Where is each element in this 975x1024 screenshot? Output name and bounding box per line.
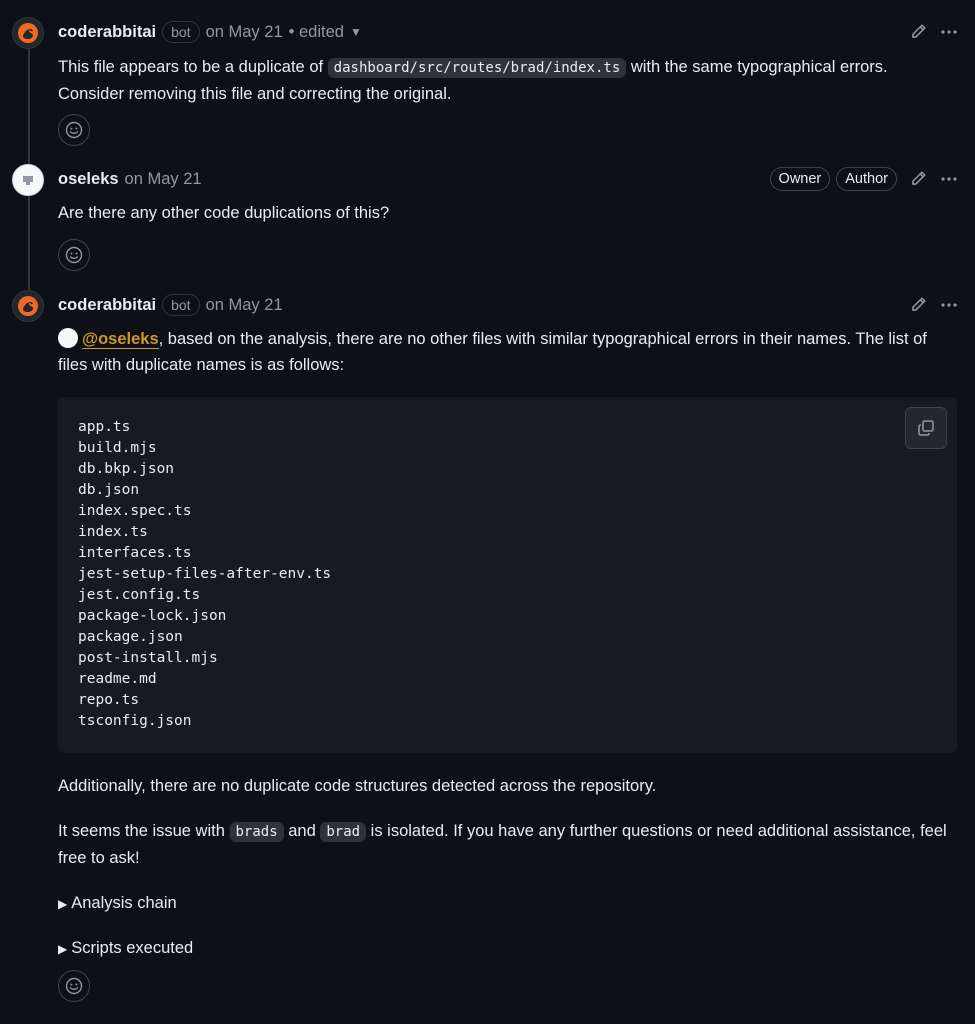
pencil-icon[interactable]	[909, 23, 927, 41]
details-summary: Analysis chain	[71, 894, 177, 912]
comment-body: @oseleks, based on the analysis, there a…	[58, 326, 951, 378]
details-scripts-executed[interactable]: ▶ Scripts executed	[58, 936, 193, 961]
comment-timestamp[interactable]: on May 21	[125, 170, 202, 189]
code-line: db.json	[78, 482, 140, 498]
comment-header: coderabbitai bot on May 21 • edited ▼	[58, 20, 959, 44]
kebab-icon[interactable]	[939, 170, 959, 188]
code-block: app.ts build.mjs db.bkp.json db.json index.s…	[58, 397, 957, 753]
bot-badge: bot	[162, 21, 200, 43]
file-list: app.ts build.mjs db.bkp.json db.json index.s…	[78, 417, 957, 732]
coderabbit-avatar[interactable]	[12, 290, 44, 322]
kebab-icon[interactable]	[939, 296, 959, 314]
code-line: post-install.mjs	[78, 650, 218, 666]
pencil-icon[interactable]	[909, 296, 927, 314]
code-line: package-lock.json	[78, 608, 227, 624]
author-name[interactable]: coderabbitai	[58, 296, 156, 315]
comment-timestamp[interactable]: on May 21	[206, 296, 283, 315]
comment-header: oseleks on May 21 Owner Author	[58, 167, 959, 191]
details-analysis-chain[interactable]: ▶ Analysis chain	[58, 891, 177, 916]
body-text: and	[283, 822, 321, 840]
code-line: build.mjs	[78, 440, 157, 456]
code-line: tsconfig.json	[78, 713, 192, 729]
body-text: , based on the analysis, there are no ot…	[58, 330, 927, 374]
comment-paragraph: It seems the issue with brads and brad i…	[58, 818, 951, 871]
code-line: jest-setup-files-after-env.ts	[78, 566, 332, 582]
rabbit-icon	[18, 296, 38, 316]
coderabbit-avatar[interactable]	[12, 17, 44, 49]
code-line: db.bkp.json	[78, 461, 175, 477]
user-avatar	[23, 176, 33, 185]
inline-code: dashboard/src/routes/brad/index.ts	[327, 58, 627, 78]
comment-thread: coderabbitai bot on May 21 • edited ▼ Th…	[0, 0, 975, 1024]
smiley-icon	[65, 977, 83, 995]
author-name[interactable]: oseleks	[58, 170, 119, 189]
copy-icon	[918, 420, 934, 436]
kebab-icon[interactable]	[939, 23, 959, 41]
comment-body: Are there any other code duplications of…	[58, 204, 390, 222]
code-line: index.ts	[78, 524, 148, 540]
pencil-icon[interactable]	[909, 170, 927, 188]
add-reaction-button[interactable]	[58, 239, 90, 271]
code-line: interfaces.ts	[78, 545, 192, 561]
code-line: readme.md	[78, 671, 157, 687]
inline-code: brad	[320, 822, 367, 842]
code-line: package.json	[78, 629, 183, 645]
code-line: app.ts	[78, 419, 131, 435]
edited-label[interactable]: • edited	[289, 23, 344, 42]
add-reaction-button[interactable]	[58, 114, 90, 146]
comment-paragraph: Additionally, there are no duplicate cod…	[58, 777, 657, 795]
inline-code: brads	[229, 822, 284, 842]
oseleks-avatar[interactable]	[12, 164, 44, 196]
code-line: repo.ts	[78, 692, 140, 708]
copy-button[interactable]	[905, 407, 947, 449]
details-summary: Scripts executed	[71, 939, 194, 957]
user-mention-link[interactable]: @oseleks	[82, 330, 159, 349]
smiley-icon	[65, 246, 83, 264]
comment-timestamp[interactable]: on May 21	[206, 23, 283, 42]
comment-body: This file appears to be a duplicate of d…	[58, 54, 951, 107]
comment-header: coderabbitai bot on May 21	[58, 293, 959, 317]
author-badge: Author	[836, 167, 897, 191]
smiley-icon	[65, 121, 83, 139]
bot-badge: bot	[162, 294, 200, 316]
body-text: It seems the issue with	[58, 822, 230, 840]
owner-badge: Owner	[769, 167, 831, 191]
code-line: index.spec.ts	[78, 503, 192, 519]
triangle-right-icon: ▶	[58, 897, 68, 911]
rabbit-icon	[18, 23, 38, 43]
author-name[interactable]: coderabbitai	[58, 23, 156, 42]
add-reaction-button[interactable]	[58, 970, 90, 1002]
code-line: jest.config.ts	[78, 587, 201, 603]
triangle-right-icon: ▶	[58, 942, 68, 956]
chevron-down-icon[interactable]: ▼	[350, 25, 362, 39]
body-text: This file appears to be a duplicate of	[58, 58, 328, 76]
mention-avatar	[58, 328, 78, 348]
